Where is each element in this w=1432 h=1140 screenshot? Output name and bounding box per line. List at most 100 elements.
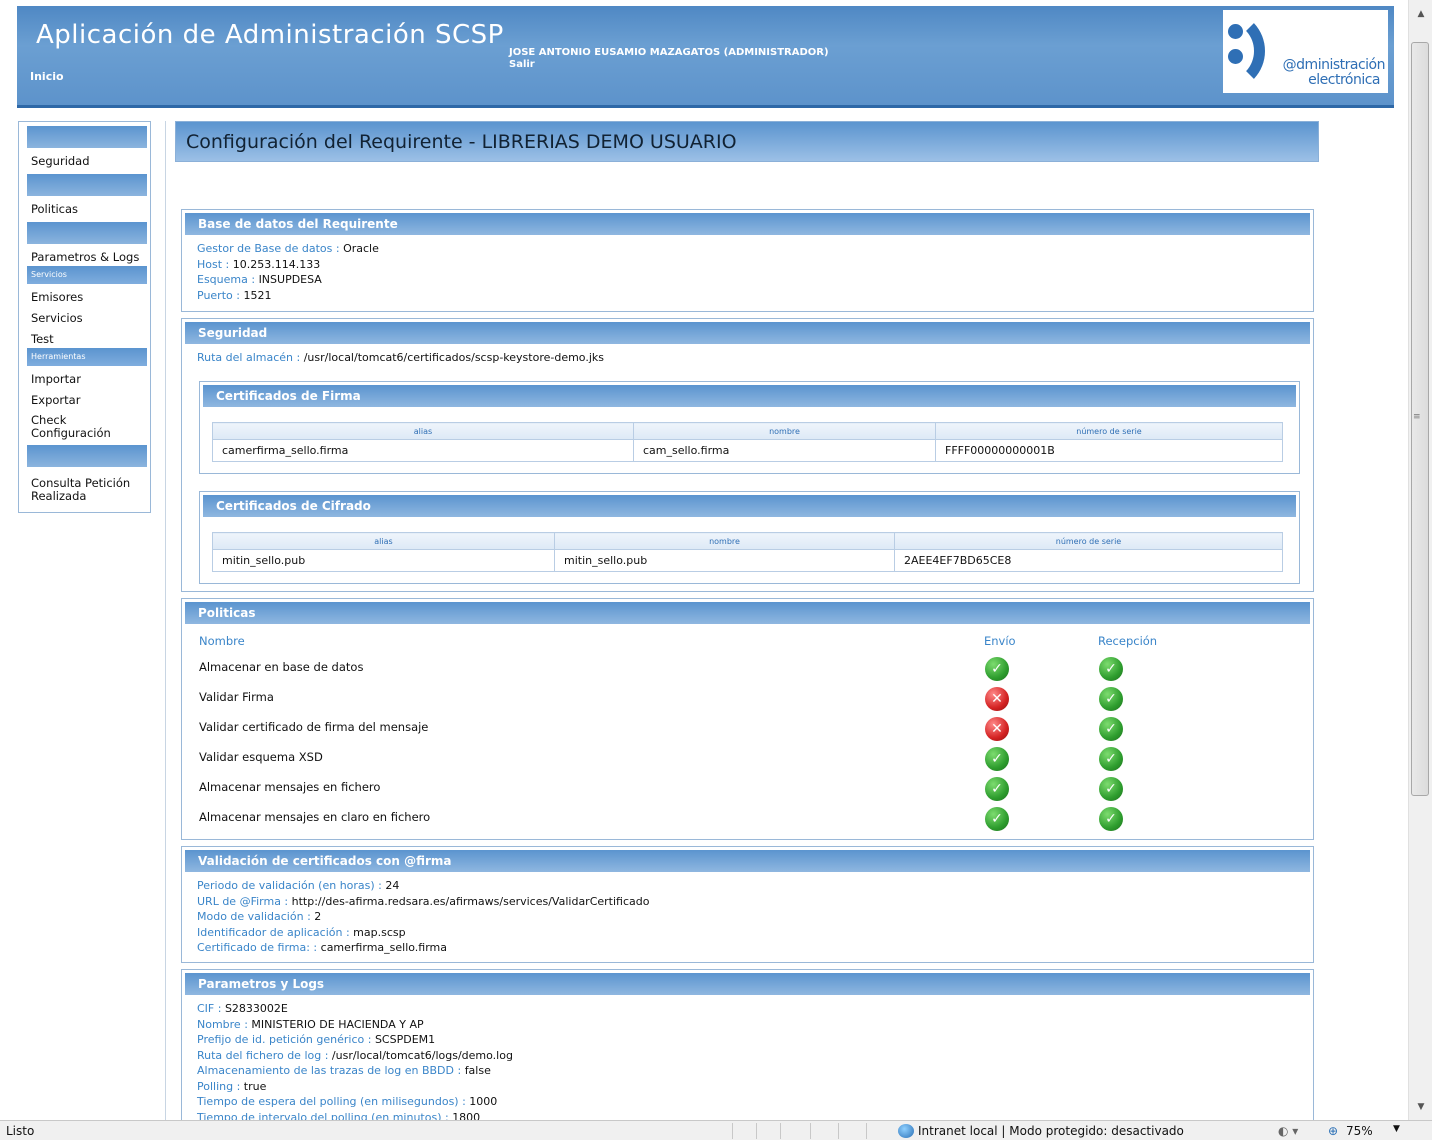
table-cell: 2AEE4EF7BD65CE8: [894, 549, 1283, 572]
encryption-certificates-panel: Certificados de Cifrado alias nombre núm…: [199, 491, 1300, 584]
sidebar-item-check-configuracion[interactable]: Check Configuración: [19, 414, 150, 440]
status-separator: [732, 1123, 733, 1139]
sidebar-item-consulta-peticion[interactable]: Consulta Petición Realizada: [19, 477, 150, 503]
check-ok-icon: ✓: [985, 657, 1009, 681]
signing-certificates-panel: Certificados de Firma alias nombre númer…: [199, 381, 1300, 474]
afirma-cert-row: Certificado de firma: : camerfirma_sello…: [182, 940, 1313, 956]
logo-text-line1: @dministración: [1282, 57, 1386, 73]
status-text: Listo: [6, 1124, 35, 1138]
content-divider: [165, 121, 166, 1120]
field-value: true: [243, 1079, 267, 1093]
sidebar-section-band: [27, 445, 147, 467]
field-label: Tiempo de intervalo del polling (en minu…: [197, 1110, 453, 1121]
sidebar-item-politicas[interactable]: Politicas: [19, 202, 150, 216]
param-prefix-row: Prefijo de id. petición genérico : SCSPD…: [182, 1032, 1313, 1048]
security-panel: Seguridad Ruta del almacén : /usr/local/…: [181, 318, 1314, 592]
column-header: número de serie: [935, 422, 1283, 440]
column-header: nombre: [633, 422, 936, 440]
scroll-up-arrow-icon[interactable]: ▲: [1409, 0, 1432, 28]
table-cell: camerfirma_sello.firma: [212, 439, 634, 462]
field-value: INSUPDESA: [258, 273, 322, 286]
param-polling-row: Polling : true: [182, 1079, 1313, 1095]
sidebar-item-parametros-logs[interactable]: Parametros & Logs: [19, 250, 150, 264]
check-ok-icon: ✓: [1099, 717, 1123, 741]
keystore-path-row: Ruta del almacén : /usr/local/tomcat6/ce…: [182, 350, 1313, 366]
field-label: Ruta del almacén :: [197, 351, 304, 364]
field-value: 1000: [469, 1095, 498, 1108]
field-label: Certificado de firma: :: [197, 941, 321, 954]
table-header-row: alias nombre número de serie: [212, 422, 1283, 440]
database-panel: Base de datos del Requirente Gestor de B…: [181, 209, 1314, 312]
logout-link[interactable]: Salir: [509, 59, 535, 70]
param-log-db-row: Almacenamiento de las trazas de log en B…: [182, 1063, 1313, 1079]
column-header: número de serie: [894, 532, 1283, 550]
field-value: SCSPDEM1: [374, 1033, 436, 1046]
policy-name: Almacenar mensajes en claro en fichero: [199, 810, 431, 824]
subpanel-title: Certificados de Cifrado: [203, 495, 1296, 517]
field-value: 2: [314, 910, 322, 923]
sidebar-item-exportar[interactable]: Exportar: [19, 393, 150, 407]
field-value: /usr/local/tomcat6/certificados/scsp-key…: [303, 351, 604, 364]
zoom-level[interactable]: 75%: [1346, 1124, 1373, 1138]
field-value: MINISTERIO DE HACIENDA Y AP: [251, 1017, 424, 1031]
policies-panel: Politicas Nombre Envío Recepción Almacen…: [181, 598, 1314, 840]
page-title: Configuración del Requirente - LIBRERIAS…: [175, 121, 1319, 162]
field-label: Periodo de validación (en horas) :: [197, 879, 386, 892]
field-label: Prefijo de id. petición genérico :: [197, 1033, 375, 1046]
security-zone-text[interactable]: Intranet local | Modo protegido: desacti…: [918, 1124, 1184, 1138]
sidebar-item-emisores[interactable]: Emisores: [19, 290, 150, 304]
db-host-row: Host : 10.253.114.133: [182, 257, 1313, 273]
sidebar-item-test[interactable]: Test: [19, 332, 150, 346]
check-ok-icon: ✓: [985, 747, 1009, 771]
afirma-mode-row: Modo de validación : 2: [182, 909, 1313, 925]
sidebar-section-band: [27, 126, 147, 148]
home-link[interactable]: Inicio: [30, 70, 64, 83]
db-manager-row: Gestor de Base de datos : Oracle: [182, 241, 1313, 257]
afirma-app-id-row: Identificador de aplicación : map.scsp: [182, 925, 1313, 941]
column-header: alias: [212, 532, 555, 550]
table-header-row: alias nombre número de serie: [212, 532, 1283, 550]
browser-viewport: Aplicación de Administración SCSP JOSE A…: [0, 0, 1408, 1120]
table-row: camerfirma_sello.firma cam_sello.firma F…: [212, 439, 1283, 462]
panel-title: Base de datos del Requirente: [185, 213, 1310, 235]
policy-name: Validar esquema XSD: [199, 750, 323, 764]
logo-arc: [1191, 12, 1265, 90]
intranet-zone-icon: [898, 1124, 914, 1138]
field-label: Almacenamiento de las trazas de log en B…: [197, 1064, 465, 1077]
field-value: camerfirma_sello.firma: [320, 941, 448, 954]
chevron-down-icon[interactable]: ▼: [1393, 1124, 1400, 1134]
administracion-electronica-logo: @dministración electrónica: [1223, 10, 1388, 93]
subpanel-title: Certificados de Firma: [203, 385, 1296, 407]
field-value: 10.253.114.133: [232, 257, 321, 271]
field-label: Ruta del fichero de log :: [197, 1048, 332, 1062]
scroll-down-arrow-icon[interactable]: ▼: [1409, 1094, 1432, 1120]
panel-title: Politicas: [185, 602, 1310, 624]
sidebar-item-label: Realizada: [31, 489, 87, 503]
panel-title: Parametros y Logs: [185, 973, 1310, 995]
field-label: Esquema :: [197, 273, 259, 286]
protected-mode-icon[interactable]: ◐ ▾: [1278, 1124, 1298, 1138]
logo-text-line2: electrónica: [1308, 72, 1380, 88]
policies-col-name: Nombre: [199, 634, 245, 648]
vertical-scrollbar[interactable]: ▲ ≡ ▼: [1408, 0, 1432, 1120]
table-cell: FFFF00000000001B: [935, 439, 1283, 462]
param-cif-row: CIF : S2833002E: [182, 1001, 1313, 1017]
zoom-icon[interactable]: ⊕: [1328, 1124, 1338, 1138]
sidebar-item-servicios[interactable]: Servicios: [19, 311, 150, 325]
param-name-row: Nombre : MINISTERIO DE HACIENDA Y AP: [182, 1017, 1313, 1033]
field-label: Polling :: [197, 1079, 244, 1093]
sidebar-item-seguridad[interactable]: Seguridad: [19, 154, 150, 168]
check-ok-icon: ✓: [1099, 687, 1123, 711]
panel-title: Seguridad: [185, 322, 1310, 344]
browser-status-bar: Listo Intranet local | Modo protegido: d…: [0, 1120, 1432, 1140]
field-label: Identificador de aplicación :: [197, 925, 354, 939]
sidebar-item-importar[interactable]: Importar: [19, 372, 150, 386]
check-ok-icon: ✓: [1099, 777, 1123, 801]
table-row: mitin_sello.pub mitin_sello.pub 2AEE4EF7…: [212, 549, 1283, 572]
field-value: false: [464, 1064, 491, 1077]
app-header: Aplicación de Administración SCSP JOSE A…: [17, 6, 1394, 108]
field-label: Puerto :: [197, 288, 244, 302]
current-user: JOSE ANTONIO EUSAMIO MAZAGATOS (ADMINIST…: [509, 47, 829, 58]
status-separator: [810, 1123, 811, 1139]
field-label: Host :: [197, 257, 233, 271]
